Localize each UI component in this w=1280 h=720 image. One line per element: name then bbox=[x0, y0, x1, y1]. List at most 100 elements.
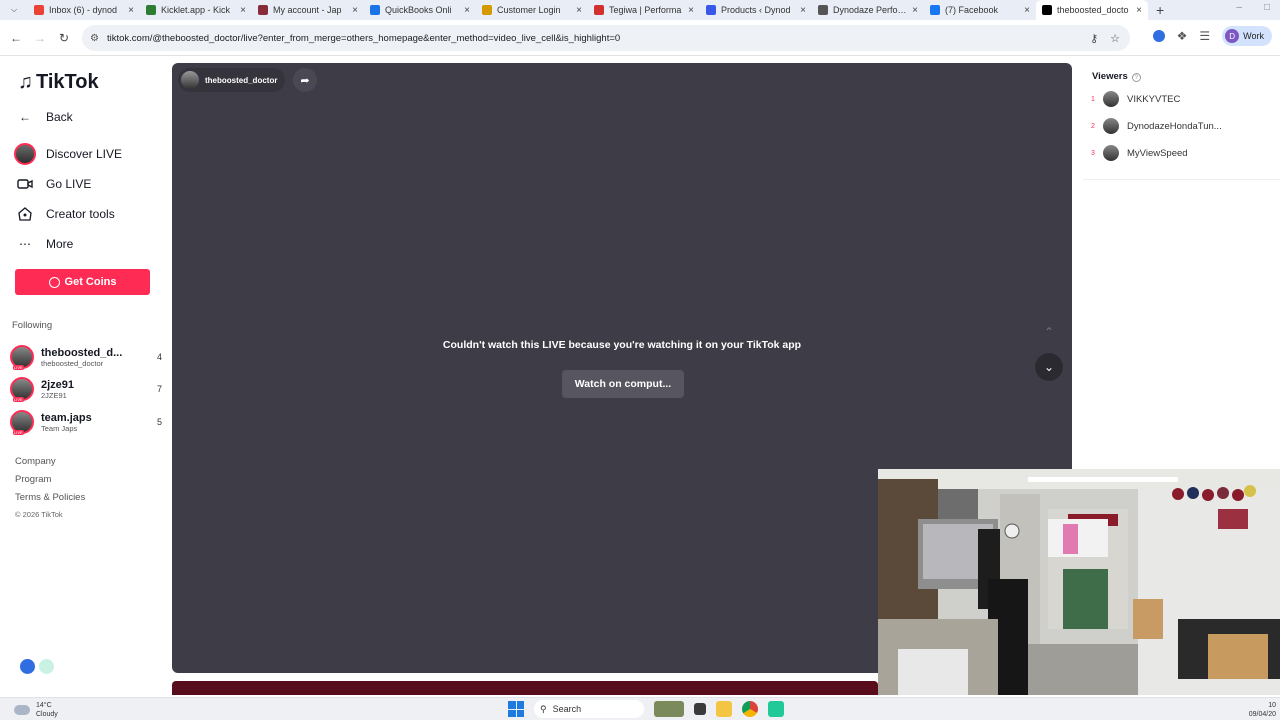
viewer-name: MyViewSpeed bbox=[1127, 147, 1188, 159]
system-clock[interactable]: 10 09/04/20 bbox=[1249, 701, 1276, 719]
host-chip[interactable]: theboosted_doctor bbox=[178, 68, 286, 92]
close-tab-icon[interactable]: × bbox=[688, 5, 694, 16]
next-live-chevron-down-icon[interactable]: ⌄ bbox=[1035, 353, 1063, 381]
url-field[interactable]: ⚙ tiktok.com/@theboosted_doctor/live?ent… bbox=[82, 25, 1130, 51]
viewers-title: Viewers bbox=[1092, 71, 1128, 82]
close-tab-icon[interactable]: × bbox=[576, 5, 582, 16]
following-item[interactable]: team.japsTeam Japs 5 bbox=[10, 408, 162, 436]
browser-tab[interactable]: Inbox (6) - dynod × bbox=[28, 0, 140, 20]
browser-tab[interactable]: Tegiwa | Performa × bbox=[588, 0, 700, 20]
browser-tab[interactable]: Kicklet.app - Kick × bbox=[140, 0, 252, 20]
taskbar-center: ⚲ Search bbox=[508, 700, 784, 718]
webcam-overlay[interactable] bbox=[878, 469, 1280, 695]
japs-icon bbox=[258, 5, 268, 15]
profile-button[interactable]: D Work bbox=[1222, 26, 1272, 46]
forward-button[interactable]: → bbox=[28, 31, 52, 45]
viewer-name: DynodazeHondaTun... bbox=[1127, 120, 1222, 132]
minimize-icon[interactable]: – bbox=[1236, 2, 1242, 13]
extensions-puzzle-icon[interactable]: ❖ bbox=[1177, 29, 1188, 43]
close-tab-icon[interactable]: × bbox=[1024, 5, 1030, 16]
download-app-icon[interactable] bbox=[20, 659, 35, 674]
bookmark-star-icon[interactable]: ☆ bbox=[1110, 32, 1120, 45]
nav-discover-live[interactable]: Discover LIVE bbox=[14, 143, 122, 165]
file-explorer-icon[interactable] bbox=[716, 701, 732, 717]
extension-badge-icon[interactable] bbox=[1152, 30, 1165, 42]
following-item[interactable]: 2jze912JZE91 7 bbox=[10, 375, 162, 403]
footer-link-terms[interactable]: Terms & Policies bbox=[15, 492, 85, 503]
share-icon[interactable]: ➦ bbox=[293, 68, 317, 92]
tiktok-logo-text: TikTok bbox=[36, 71, 99, 93]
unavailable-message: Couldn't watch this LIVE because you're … bbox=[442, 339, 802, 351]
close-tab-icon[interactable]: × bbox=[912, 5, 918, 16]
following-item[interactable]: theboosted_d...theboosted_doctor 4 bbox=[10, 343, 162, 371]
get-coins-button[interactable]: Get Coins bbox=[15, 269, 150, 295]
close-tab-icon[interactable]: × bbox=[240, 5, 246, 16]
viewer-avatar bbox=[1103, 145, 1119, 161]
ellipsis-icon: ⋯ bbox=[19, 237, 31, 251]
windows-start-icon[interactable] bbox=[508, 701, 524, 717]
site-info-icon[interactable]: ⚙ bbox=[90, 33, 99, 44]
viewer-name: VIKKYVTEC bbox=[1127, 93, 1181, 105]
close-tab-icon[interactable]: × bbox=[1136, 5, 1142, 16]
live-avatar-icon bbox=[14, 143, 36, 165]
new-tab-button[interactable]: + bbox=[1148, 2, 1172, 18]
password-key-icon[interactable]: ⚷ bbox=[1090, 32, 1098, 45]
following-count: 4 bbox=[156, 352, 162, 362]
viewer-row[interactable]: 1 VIKKYVTEC bbox=[1091, 91, 1180, 107]
browser-tab-title: Dynodaze Perform bbox=[833, 5, 908, 15]
temperature: 14°C bbox=[36, 702, 52, 709]
previous-live-chevron-up-icon[interactable]: ⌃ bbox=[1035, 318, 1063, 346]
reload-button[interactable]: ↻ bbox=[52, 31, 76, 45]
gmail-icon bbox=[34, 5, 44, 15]
close-tab-icon[interactable]: × bbox=[128, 5, 134, 16]
browser-tab[interactable]: Products ‹ Dynod × bbox=[700, 0, 812, 20]
widgets-app-icon[interactable] bbox=[654, 701, 684, 717]
tiktok-sidebar: ♫ TikTok ← Back Discover LIVE Go LIVE Cr… bbox=[0, 57, 172, 697]
close-tab-icon[interactable]: × bbox=[352, 5, 358, 16]
windows-taskbar: 14°C Cloudy ⚲ Search 10 09/04/20 bbox=[0, 697, 1280, 720]
footer-link-program[interactable]: Program bbox=[15, 474, 51, 485]
address-bar: ← → ↻ ⚙ tiktok.com/@theboosted_doctor/li… bbox=[0, 20, 1280, 56]
browser-tab[interactable]: Customer Login × bbox=[476, 0, 588, 20]
media-queue-icon[interactable]: ☰ bbox=[1199, 29, 1210, 43]
viewer-row[interactable]: 2 DynodazeHondaTun... bbox=[1091, 118, 1222, 134]
close-tab-icon[interactable]: × bbox=[464, 5, 470, 16]
browser-tab[interactable]: My account - Jap × bbox=[252, 0, 364, 20]
browser-tab[interactable]: QuickBooks Onli × bbox=[364, 0, 476, 20]
globe-icon bbox=[818, 5, 828, 15]
browser-tab[interactable]: Dynodaze Perform × bbox=[812, 0, 924, 20]
back-arrow-icon: ← bbox=[19, 110, 31, 124]
taskbar-search[interactable]: ⚲ Search bbox=[534, 700, 644, 718]
app-icon[interactable] bbox=[768, 701, 784, 717]
viewer-row[interactable]: 3 MyViewSpeed bbox=[1091, 145, 1188, 161]
following-avatar bbox=[10, 410, 34, 435]
tiktok-logo[interactable]: ♫ TikTok bbox=[18, 71, 99, 94]
coin-icon bbox=[48, 276, 60, 288]
nav-go-live[interactable]: Go LIVE bbox=[14, 173, 91, 195]
tegiwa-icon bbox=[594, 5, 604, 15]
browser-tab[interactable]: theboosted_docto × bbox=[1036, 0, 1148, 20]
browser-tab[interactable]: (7) Facebook × bbox=[924, 0, 1036, 20]
back-button[interactable]: ← bbox=[4, 31, 28, 45]
chrome-icon[interactable] bbox=[742, 701, 758, 717]
help-question-icon[interactable]: ? bbox=[1131, 73, 1141, 82]
task-view-icon[interactable] bbox=[694, 703, 706, 715]
footer-link-company[interactable]: Company bbox=[15, 456, 56, 467]
nav-more[interactable]: ⋯ More bbox=[14, 233, 73, 255]
nav-go-live-label: Go LIVE bbox=[46, 177, 92, 191]
tiktok-icon bbox=[1042, 5, 1052, 15]
host-avatar bbox=[181, 71, 199, 89]
nav-back[interactable]: ← Back bbox=[14, 106, 73, 128]
following-sub: Team Japs bbox=[41, 423, 78, 433]
nav-creator-tools[interactable]: Creator tools bbox=[14, 203, 115, 225]
close-tab-icon[interactable]: × bbox=[800, 5, 806, 16]
browser-tab-title: Customer Login bbox=[497, 5, 561, 15]
weather-widget[interactable]: 14°C Cloudy bbox=[14, 701, 58, 719]
tab-search-chevron-icon[interactable]: ⌵ bbox=[0, 5, 28, 15]
maximize-icon[interactable]: □ bbox=[1264, 2, 1270, 13]
viewers-panel: Viewers? 1 VIKKYVTEC 2 DynodazeHondaTun.… bbox=[1083, 63, 1280, 473]
following-name: team.japs bbox=[41, 411, 92, 424]
pc-app-icon[interactable] bbox=[39, 659, 54, 674]
watch-on-computer-button[interactable]: Watch on comput... bbox=[562, 370, 684, 398]
facebook-icon bbox=[930, 5, 940, 15]
